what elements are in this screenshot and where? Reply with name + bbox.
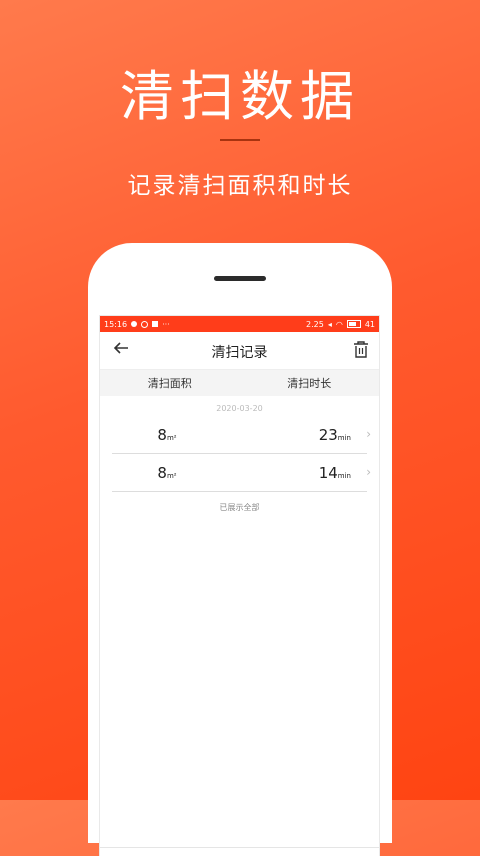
notification-icon	[131, 321, 138, 327]
trash-icon[interactable]	[353, 341, 369, 359]
battery-level: 41	[364, 319, 375, 329]
record-duration: 23min	[318, 425, 351, 444]
record-row[interactable]: 8m² 23min ›	[112, 416, 371, 454]
column-area: 清扫面积	[147, 377, 192, 390]
phone-mockup: 15:16 ··· 2.25 ◂ ◠ 41 清扫记录 清扫面积 清扫时长 202…	[88, 243, 392, 856]
app-bar: 清扫记录	[100, 332, 379, 370]
page-title: 清扫记录	[211, 345, 268, 361]
column-duration: 清扫时长	[287, 377, 332, 390]
hero-divider	[220, 139, 260, 141]
record-area: 8m²	[157, 425, 177, 444]
hero-subtitle: 记录清扫面积和时长	[127, 173, 353, 199]
status-time: 15:16	[104, 319, 128, 329]
more-icon: ···	[162, 319, 170, 329]
record-duration: 14min	[318, 463, 351, 482]
date-label: 2020-03-20	[216, 404, 263, 413]
record-row[interactable]: 8m² 14min ›	[112, 454, 371, 492]
chevron-right-icon: ›	[366, 465, 371, 479]
app-icon	[152, 321, 159, 327]
phone-screen: 15:16 ··· 2.25 ◂ ◠ 41 清扫记录 清扫面积 清扫时长 202…	[100, 316, 379, 856]
hero-title: 清扫数据	[120, 65, 360, 128]
chevron-right-icon: ›	[366, 427, 371, 441]
bottom-divider	[100, 847, 379, 848]
column-header: 清扫面积 清扫时长	[100, 370, 379, 396]
wifi-icon: ◠	[335, 319, 343, 329]
battery-icon	[346, 320, 361, 328]
network-speed: 2.25	[306, 319, 324, 329]
mute-icon: ◂	[327, 319, 332, 329]
record-area: 8m²	[157, 463, 177, 482]
all-shown-note: 已展示全部	[219, 503, 260, 512]
phone-speaker	[214, 276, 266, 281]
status-bar: 15:16 ··· 2.25 ◂ ◠ 41	[100, 316, 379, 332]
sync-icon	[141, 320, 149, 328]
